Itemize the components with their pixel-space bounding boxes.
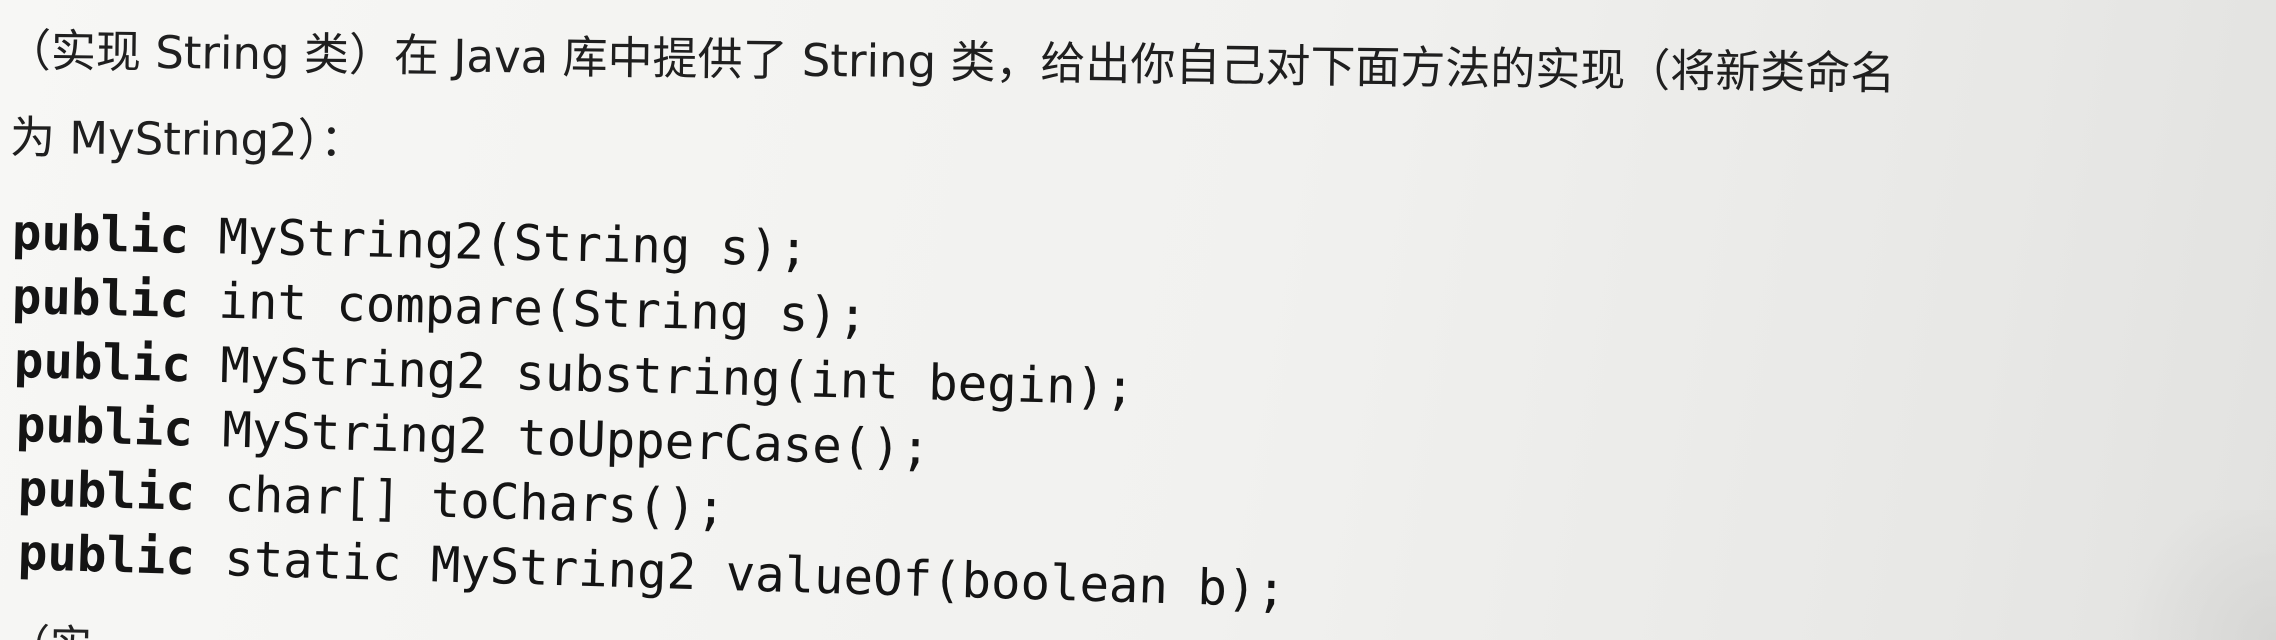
exercise-description-line-2: 为 MyString2）： <box>9 111 366 168</box>
exercise-description-line-1: （实现 String 类）在 Java 库中提供了 String 类，给出你自己… <box>5 24 1896 101</box>
code-keyword: public <box>15 396 194 458</box>
document-page: （实现 String 类）在 Java 库中提供了 String 类，给出你自己… <box>0 0 2276 640</box>
code-signature: static MyString2 valueOf(boolean b); <box>194 529 1287 619</box>
next-exercise-cut-off: （实现 <box>8 611 129 640</box>
code-signature: char[] toChars(); <box>194 464 727 537</box>
code-keyword: public <box>11 204 190 265</box>
code-keyword: public <box>17 524 196 587</box>
code-signature: int compare(String s); <box>188 272 868 345</box>
code-line-value-of: public static MyString2 valueOf(boolean … <box>17 524 1287 619</box>
code-keyword: public <box>11 268 190 330</box>
code-signature: MyString2(String s); <box>188 207 809 278</box>
code-keyword: public <box>13 332 192 394</box>
code-line-compare: public int compare(String s); <box>11 268 868 344</box>
code-line-to-chars: public char[] toChars(); <box>17 460 726 537</box>
code-signature: MyString2 toUpperCase(); <box>192 400 931 477</box>
code-keyword: public <box>17 460 196 522</box>
code-line-to-upper-case: public MyString2 toUpperCase(); <box>15 396 931 477</box>
code-line-constructor: public MyString2(String s); <box>11 204 809 278</box>
page-shadow <box>2096 510 2276 640</box>
